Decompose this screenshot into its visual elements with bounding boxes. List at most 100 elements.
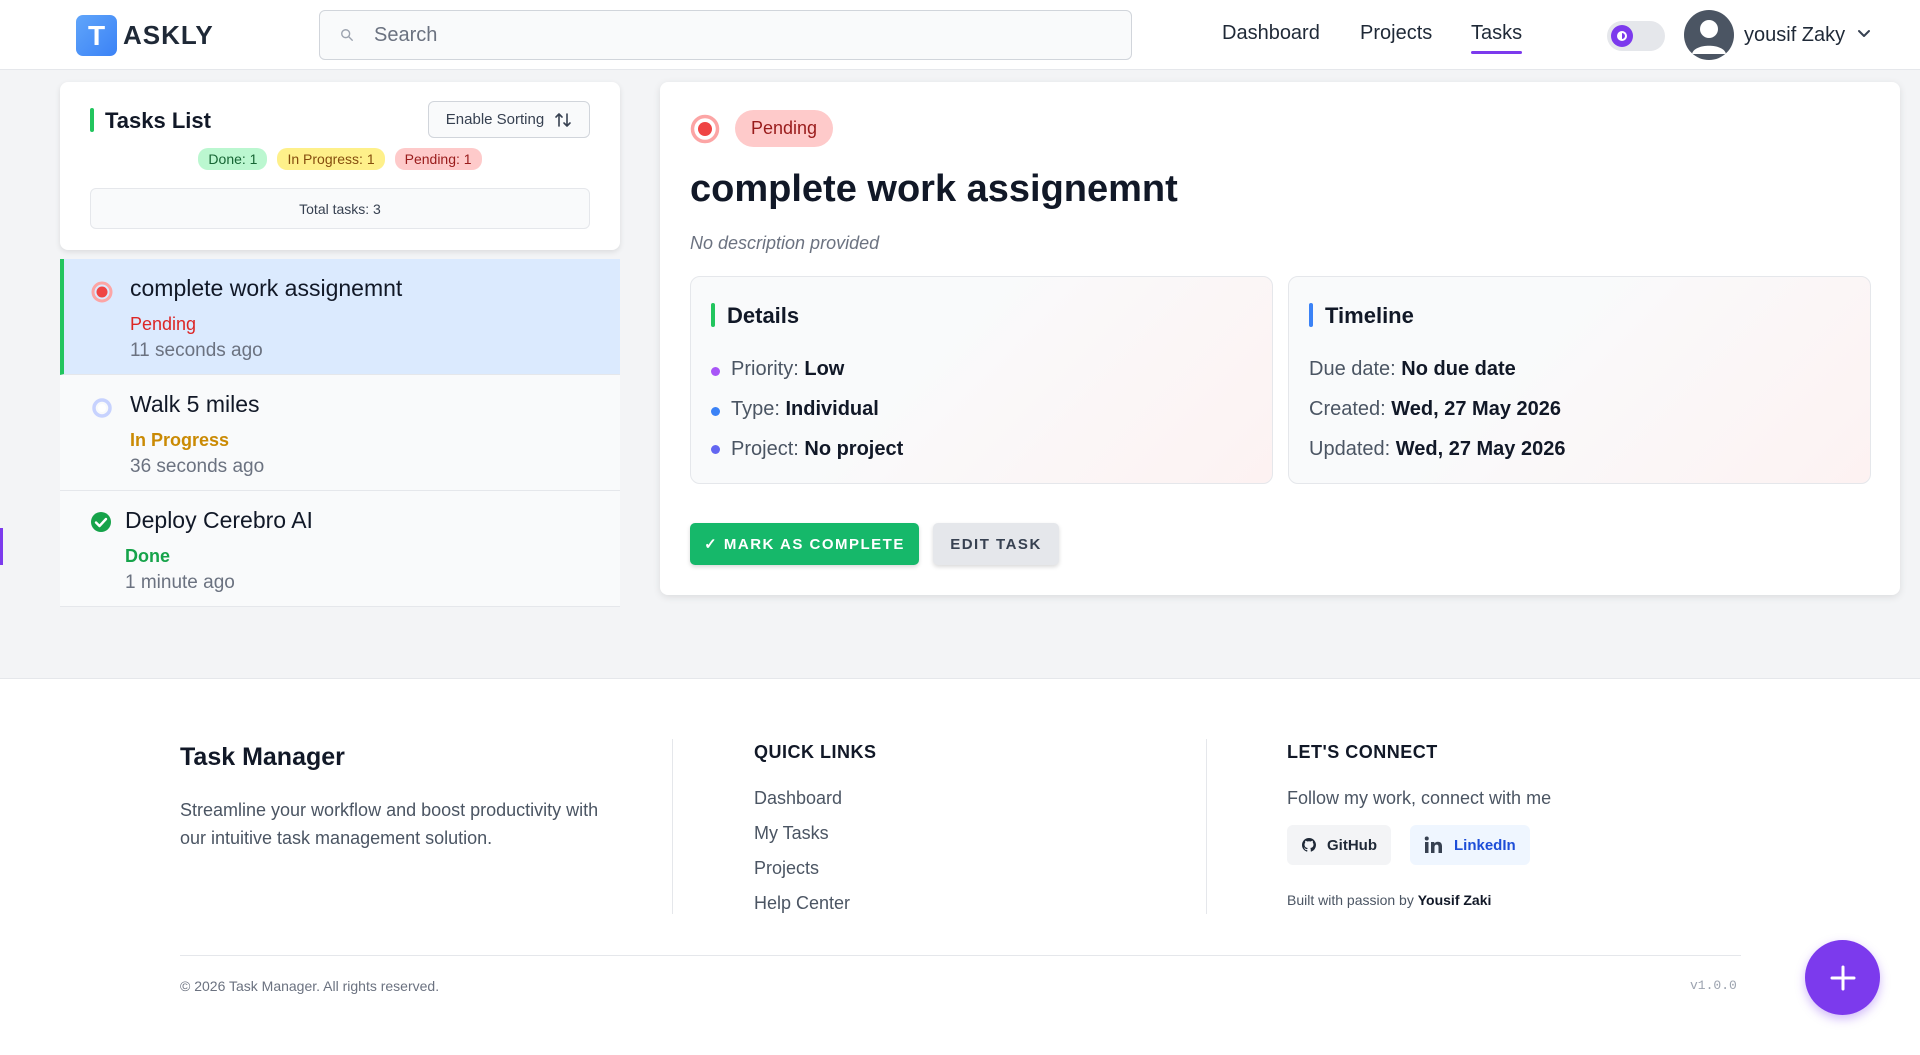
pending-circle-icon (690, 114, 720, 144)
app-logo[interactable]: T ASKLY (76, 15, 214, 56)
timeline-accent-bar (1309, 303, 1313, 327)
avatar[interactable] (1684, 10, 1734, 60)
contrast-icon (1617, 31, 1627, 41)
project-value: No project (804, 438, 904, 460)
search-bar[interactable] (319, 10, 1132, 60)
task-title: Walk 5 miles (130, 391, 260, 417)
nav-dashboard[interactable]: Dashboard (1222, 22, 1320, 45)
built-by: Built with passion by Yousif Zaki (1287, 892, 1491, 908)
tasks-list-title: Tasks List (105, 108, 211, 133)
updated-label: Updated: (1309, 438, 1391, 460)
task-title: Deploy Cerebro AI (125, 507, 313, 533)
footer-brand: Task Manager (180, 743, 345, 771)
tasks-list-card: Tasks List Enable Sorting Done: 1 In Pro… (60, 82, 620, 250)
connect-text: Follow my work, connect with me (1287, 788, 1552, 808)
check-circle-icon (91, 512, 111, 532)
in-progress-circle-icon (92, 398, 112, 418)
list-item[interactable]: complete work assignemnt Pending 11 seco… (60, 259, 620, 375)
created-label: Created: (1309, 398, 1386, 420)
quick-links-heading: QUICK LINKS (754, 742, 877, 762)
built-text: Built with passion by (1287, 892, 1414, 908)
theme-toggle-knob (1611, 25, 1633, 47)
logo-text: ASKLY (123, 20, 214, 50)
enable-sorting-button[interactable]: Enable Sorting (428, 101, 590, 138)
updated-value: Wed, 27 May 2026 (1395, 438, 1566, 460)
created-row: Created: Wed, 27 May 2026 (1309, 398, 1561, 421)
task-status: In Progress (130, 430, 230, 450)
footer-link-help-center[interactable]: Help Center (754, 893, 850, 914)
github-label: GitHub (1327, 836, 1377, 854)
type-label: Type: (731, 398, 780, 420)
version: v1.0.0 (1690, 978, 1737, 993)
details-card: Details Priority: Low Type: Individual P… (690, 276, 1273, 484)
project-row: Project: No project (731, 438, 903, 461)
mark-complete-button[interactable]: ✓ MARK AS COMPLETE (690, 523, 919, 565)
list-item[interactable]: Walk 5 miles In Progress 36 seconds ago (60, 375, 620, 491)
type-dot-icon (711, 407, 720, 416)
pending-count-badge: Pending: 1 (394, 148, 482, 170)
nav-tasks[interactable]: Tasks (1471, 22, 1523, 54)
search-input[interactable] (374, 23, 1074, 47)
footer-divider (672, 739, 673, 914)
priority-row: Priority: Low (731, 358, 844, 381)
built-author[interactable]: Yousif Zaki (1418, 892, 1492, 908)
footer-divider (1206, 739, 1207, 914)
footer: Task Manager Streamline your workflow an… (0, 678, 1920, 1055)
footer-link-projects[interactable]: Projects (754, 858, 819, 879)
linkedin-label: LinkedIn (1454, 836, 1516, 854)
copyright: © 2026 Task Manager. All rights reserved… (180, 978, 440, 994)
pending-circle-icon (91, 281, 113, 303)
details-accent-bar (711, 303, 715, 327)
type-value: Individual (785, 398, 879, 420)
details-heading: Details (727, 303, 800, 328)
status-badge: Pending (735, 110, 834, 147)
type-row: Type: Individual (731, 398, 879, 421)
sort-button-label: Enable Sorting (445, 111, 545, 128)
created-value: Wed, 27 May 2026 (1391, 398, 1562, 420)
nav-tasks-label: Tasks (1471, 22, 1523, 44)
plus-icon (1830, 965, 1855, 990)
task-time: 36 seconds ago (130, 456, 265, 477)
due-date-label: Due date: (1309, 358, 1396, 380)
scroll-indicator (0, 528, 3, 565)
chevron-down-icon[interactable] (1856, 26, 1872, 42)
task-time: 1 minute ago (125, 572, 235, 593)
footer-tagline: Streamline your workflow and boost produ… (180, 800, 599, 848)
footer-rule (180, 955, 1741, 956)
theme-toggle[interactable] (1607, 21, 1665, 51)
footer-link-dashboard[interactable]: Dashboard (754, 788, 842, 809)
user-name[interactable]: yousif Zaky (1744, 24, 1845, 47)
project-label: Project: (731, 438, 799, 460)
due-date-value: No due date (1401, 358, 1516, 380)
logo-mark: T (76, 15, 117, 56)
title-accent-bar (90, 108, 94, 132)
task-detail-panel: Pending complete work assignemnt No desc… (660, 82, 1900, 595)
task-list: complete work assignemnt Pending 11 seco… (60, 259, 620, 607)
task-title: complete work assignemnt (130, 275, 403, 301)
user-icon (1692, 20, 1726, 54)
top-navbar: T ASKLY Dashboard Projects Tasks yousif … (0, 0, 1920, 70)
status-counts: Done: 1 In Progress: 1 Pending: 1 (60, 148, 620, 170)
priority-value: Low (804, 358, 845, 380)
github-icon (1302, 838, 1316, 852)
project-dot-icon (711, 445, 720, 454)
linkedin-link[interactable]: LinkedIn (1410, 825, 1530, 865)
due-date-row: Due date: No due date (1309, 358, 1516, 381)
task-status: Done (125, 546, 170, 566)
nav-projects[interactable]: Projects (1360, 22, 1432, 45)
add-task-button[interactable] (1805, 940, 1880, 1015)
priority-label: Priority: (731, 358, 799, 380)
page-title: complete work assignemnt (690, 168, 1178, 210)
task-time: 11 seconds ago (130, 340, 263, 361)
updated-row: Updated: Wed, 27 May 2026 (1309, 438, 1565, 461)
timeline-card: Timeline Due date: No due date Created: … (1288, 276, 1871, 484)
edit-task-button[interactable]: EDIT TASK (933, 523, 1059, 565)
done-count-badge: Done: 1 (198, 148, 268, 170)
github-link[interactable]: GitHub (1287, 825, 1391, 865)
footer-link-my-tasks[interactable]: My Tasks (754, 823, 829, 844)
search-icon (341, 29, 353, 41)
list-item[interactable]: Deploy Cerebro AI Done 1 minute ago (60, 491, 620, 607)
timeline-heading: Timeline (1325, 303, 1414, 328)
in-progress-count-badge: In Progress: 1 (277, 148, 385, 170)
total-tasks: Total tasks: 3 (90, 188, 590, 229)
